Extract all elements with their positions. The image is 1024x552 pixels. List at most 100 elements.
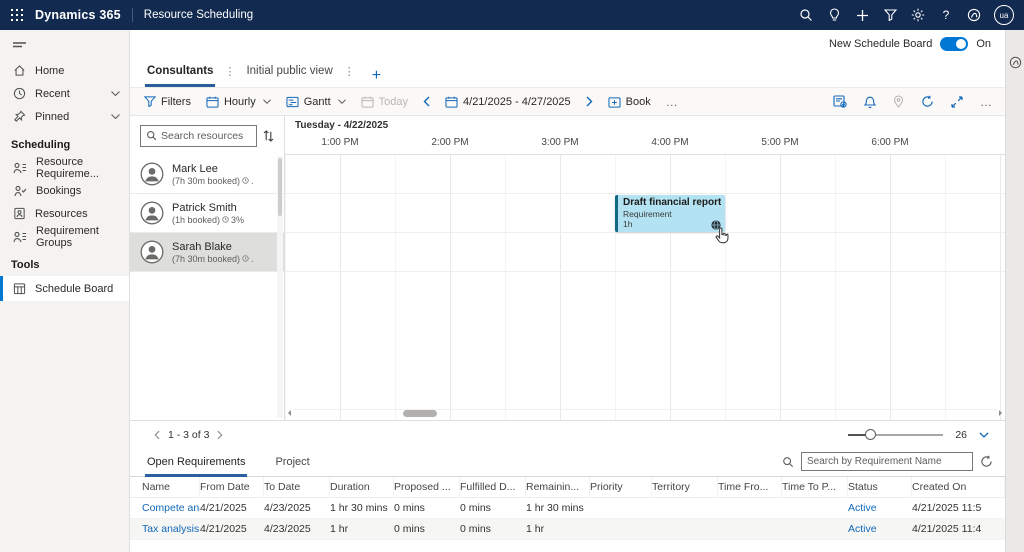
resource-row-mark-lee[interactable]: Mark Lee (7h 30m booked) . (130, 155, 284, 194)
display-mode-dropdown[interactable]: Gantt (286, 96, 346, 108)
search-resources-input[interactable] (161, 130, 251, 142)
scrollbar-thumb[interactable] (403, 410, 437, 417)
book-button[interactable]: Book (608, 96, 651, 108)
sidebar-item-label: Schedule Board (35, 283, 113, 295)
copilot-icon[interactable] (960, 8, 988, 22)
column-header[interactable]: Fulfilled D... (460, 477, 526, 497)
tab-options-icon[interactable]: ⋮ (335, 65, 364, 87)
scroll-right-icon[interactable] (999, 410, 1002, 416)
chevron-down-icon[interactable] (111, 91, 120, 96)
grid-cells-area[interactable]: Draft financial report for Requirement 1… (285, 155, 1005, 420)
resource-row-sarah-blake[interactable]: Sarah Blake (7h 30m booked) . (130, 233, 284, 272)
sidebar-item-bookings[interactable]: Bookings (0, 179, 129, 202)
horizontal-scrollbar[interactable] (288, 408, 1002, 418)
column-header[interactable]: Duration (330, 477, 394, 497)
search-icon[interactable] (792, 8, 820, 22)
row-divider (285, 193, 1005, 194)
column-header[interactable]: Name (142, 477, 200, 497)
sidebar-section-tools: Tools (0, 248, 129, 276)
sidebar: Home Recent Pinned Scheduling Resource R… (0, 30, 130, 552)
column-header[interactable]: Territory (652, 477, 718, 497)
search-icon[interactable] (782, 456, 794, 468)
board-settings-icon[interactable] (833, 95, 847, 108)
zoom-slider-handle[interactable] (865, 429, 876, 440)
app-window: Dynamics 365 Resource Scheduling ? ua (0, 0, 1024, 552)
resource-search-box[interactable] (140, 125, 257, 147)
date-range-picker[interactable]: 4/21/2025 - 4/27/2025 (445, 96, 571, 108)
previous-week-icon[interactable] (423, 96, 430, 107)
column-header[interactable]: Time Fro... (718, 477, 782, 497)
status-link[interactable]: Active (848, 523, 912, 535)
column-header[interactable]: Proposed ... (394, 477, 460, 497)
column-header[interactable]: Status (848, 477, 912, 497)
zoom-slider[interactable] (848, 434, 943, 436)
table-row[interactable]: Compete analy 4/21/2025 4/23/2025 1 hr 3… (130, 498, 1005, 519)
new-schedule-board-toggle[interactable] (940, 37, 968, 51)
area-title[interactable]: Resource Scheduling (144, 9, 253, 21)
sidebar-item-resources[interactable]: Resources (0, 202, 129, 225)
add-board-tab-icon[interactable]: + (364, 71, 381, 87)
notifications-bell-icon[interactable] (864, 95, 876, 108)
app-title[interactable]: Dynamics 365 (35, 8, 121, 22)
display-mode-label: Gantt (304, 96, 331, 108)
column-header[interactable]: Remainin... (526, 477, 590, 497)
column-header[interactable]: Priority (590, 477, 652, 497)
add-icon[interactable] (848, 9, 876, 22)
booked-hours-icon (242, 255, 249, 262)
resource-list-scrollbar[interactable] (277, 156, 283, 418)
column-header[interactable]: Time To P... (782, 477, 848, 497)
filters-button[interactable]: Filters (144, 96, 191, 108)
user-avatar[interactable]: ua (994, 5, 1014, 25)
cell-created-on: 4/21/2025 11:5 (912, 502, 1005, 514)
column-header[interactable]: Created On (912, 477, 1005, 497)
map-pin-icon[interactable] (893, 95, 904, 108)
tab-project[interactable]: Project (273, 456, 311, 477)
sidebar-item-recent[interactable]: Recent (0, 82, 129, 105)
next-week-icon[interactable] (586, 96, 593, 107)
lightbulb-icon[interactable] (820, 8, 848, 22)
sidebar-item-pinned[interactable]: Pinned (0, 105, 129, 128)
scroll-left-icon[interactable] (288, 410, 291, 416)
requirements-panel: Open Requirements Project Name From Date (130, 448, 1005, 552)
requirement-name-link[interactable]: Tax analysis (142, 523, 200, 535)
refresh-icon[interactable] (921, 95, 934, 108)
status-link[interactable]: Active (848, 502, 912, 514)
sidebar-item-schedule-board[interactable]: Schedule Board (0, 276, 129, 301)
sidebar-item-home[interactable]: Home (0, 59, 129, 82)
search-requirement-input[interactable] (807, 456, 967, 467)
sidebar-item-resource-requirements[interactable]: Resource Requireme... (0, 156, 129, 179)
tab-options-icon[interactable]: ⋮ (215, 65, 244, 87)
help-icon[interactable]: ? (932, 8, 960, 22)
chevron-down-icon[interactable] (979, 432, 989, 438)
tab-open-requirements[interactable]: Open Requirements (145, 456, 247, 477)
page-previous-icon[interactable] (146, 430, 168, 440)
view-mode-dropdown[interactable]: Hourly (206, 96, 271, 108)
table-row[interactable]: Tax analysis 4/21/2025 4/23/2025 1 hr 0 … (130, 519, 1005, 540)
tab-consultants[interactable]: Consultants (145, 65, 215, 87)
column-header[interactable]: To Date (264, 477, 330, 497)
tab-initial-public-view[interactable]: Initial public view (244, 65, 334, 87)
column-header[interactable]: From Date (200, 477, 264, 497)
more-commands-icon[interactable]: … (666, 95, 679, 109)
sidebar-collapse-icon[interactable] (0, 36, 129, 59)
page-person-icon (13, 207, 26, 220)
copilot-icon[interactable] (1009, 56, 1022, 69)
settings-gear-icon[interactable] (904, 8, 932, 22)
requirement-name-link[interactable]: Compete analy (142, 502, 200, 514)
waffle-icon[interactable] (0, 9, 35, 21)
page-next-icon[interactable] (209, 430, 231, 440)
cell-to-date: 4/23/2025 (264, 523, 330, 535)
expand-fullscreen-icon[interactable] (951, 96, 963, 108)
filter-icon[interactable] (876, 9, 904, 21)
requirements-table: Name From Date To Date Duration Proposed… (130, 477, 1005, 540)
requirement-search-box[interactable] (801, 452, 973, 471)
more-icon[interactable]: … (980, 95, 993, 109)
sidebar-item-requirement-groups[interactable]: Requirement Groups (0, 225, 129, 248)
refresh-icon[interactable] (980, 455, 993, 468)
sort-icon[interactable] (263, 130, 274, 142)
today-button[interactable]: Today (361, 96, 408, 108)
chevron-down-icon[interactable] (111, 114, 120, 119)
cell-proposed: 0 mins (394, 502, 460, 514)
booking-block-draft-financial-report[interactable]: Draft financial report for Requirement 1… (615, 195, 725, 232)
resource-row-patrick-smith[interactable]: Patrick Smith (1h booked) 3% (130, 194, 284, 233)
